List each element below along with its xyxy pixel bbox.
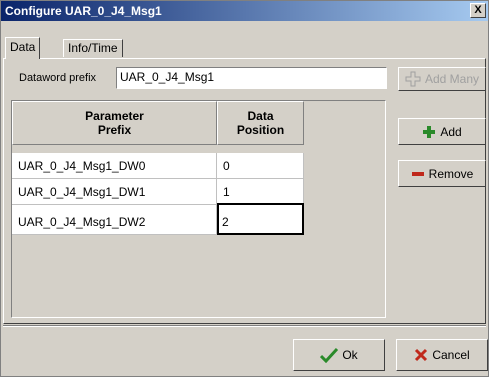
ok-button[interactable]: Ok: [293, 339, 385, 371]
minus-icon: [411, 171, 424, 176]
title-bar[interactable]: Configure UAR_0_J4_Msg1 X: [1, 1, 488, 21]
footer-divider: [3, 325, 486, 327]
table-row-1-prefix[interactable]: UAR_0_J4_Msg1_DW1: [12, 179, 217, 205]
close-button[interactable]: X: [470, 3, 486, 18]
checkmark-icon: [320, 347, 339, 363]
parameter-table: Parameter Prefix Data Position UAR_0_J4_…: [11, 100, 386, 318]
table-row-2-position-editor[interactable]: 2: [217, 203, 304, 235]
cancel-label: Cancel: [432, 348, 470, 362]
tab-info-time-label: Info/Time: [68, 41, 118, 55]
window-title: Configure UAR_0_J4_Msg1: [5, 4, 162, 18]
add-button[interactable]: Add: [398, 118, 486, 145]
x-icon: [415, 348, 428, 362]
add-label: Add: [440, 124, 462, 139]
tab-info-time[interactable]: Info/Time: [63, 39, 123, 57]
table-row-0-prefix[interactable]: UAR_0_J4_Msg1_DW0: [12, 153, 217, 179]
tab-data-label: Data: [10, 40, 36, 54]
configure-dialog: Configure UAR_0_J4_Msg1 X Data Info/Time…: [0, 0, 489, 377]
dataword-prefix-label: Dataword prefix: [19, 72, 97, 84]
table-row-1-position[interactable]: 1: [217, 179, 304, 205]
add-many-icon: [405, 71, 421, 87]
table-row-2-prefix[interactable]: UAR_0_J4_Msg1_DW2: [12, 205, 217, 235]
remove-button[interactable]: Remove: [398, 160, 486, 187]
dataword-prefix-input[interactable]: UAR_0_J4_Msg1: [116, 67, 387, 89]
remove-label: Remove: [428, 166, 474, 181]
close-icon: X: [474, 4, 482, 16]
add-many-label: Add Many: [424, 72, 480, 86]
cancel-button[interactable]: Cancel: [396, 339, 488, 371]
column-header-parameter-prefix[interactable]: Parameter Prefix: [12, 101, 217, 145]
add-many-button[interactable]: Add Many: [398, 67, 486, 91]
ok-label: Ok: [342, 348, 358, 362]
table-row-0-position[interactable]: 0: [217, 153, 304, 179]
column-header-data-position[interactable]: Data Position: [217, 101, 304, 145]
plus-icon: [423, 125, 436, 138]
tab-data[interactable]: Data: [5, 37, 41, 59]
